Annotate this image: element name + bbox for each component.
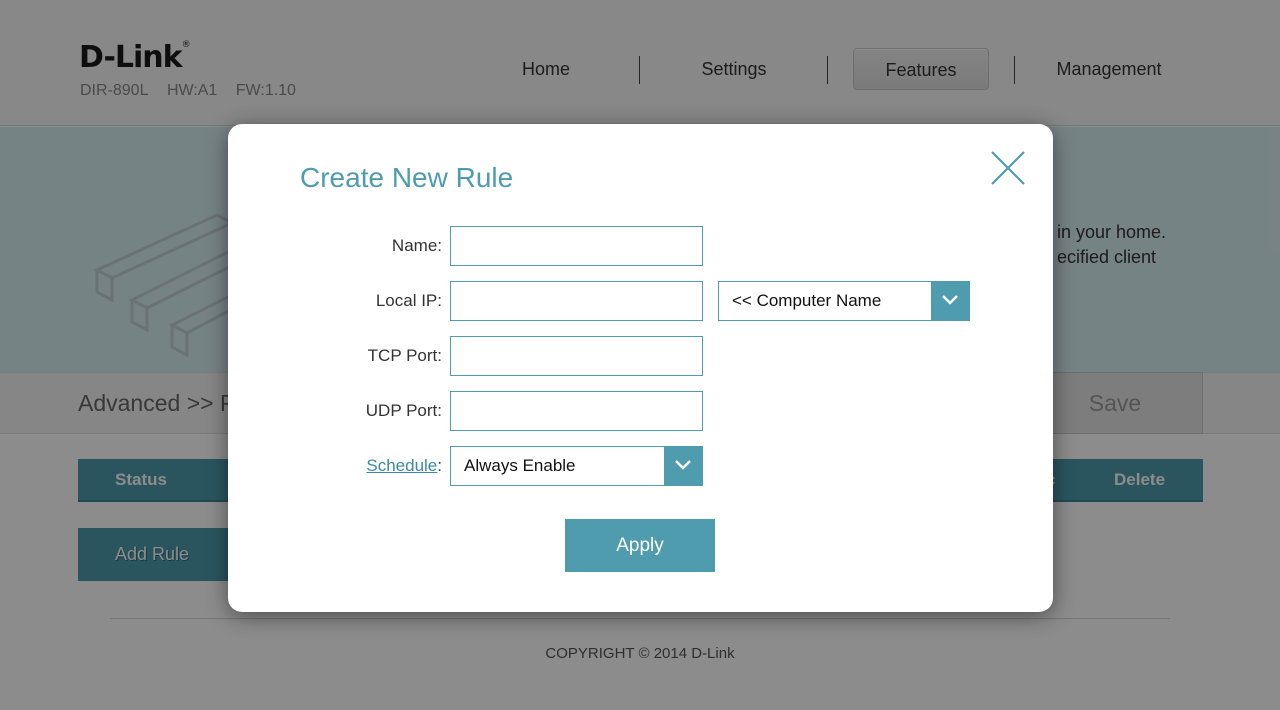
chevron-down-icon [675,460,691,470]
dialog-title: Create New Rule [300,162,514,193]
computer-name-selected: << Computer Name [732,291,882,310]
udp-port-input[interactable] [450,391,703,431]
schedule-label: Schedule: [366,456,442,475]
udp-port-label: UDP Port: [365,401,442,420]
chevron-down-icon [942,295,958,305]
name-input[interactable] [450,226,703,266]
schedule-select[interactable]: Always Enable [450,446,703,486]
close-button[interactable] [990,150,1026,186]
schedule-link[interactable]: Schedule [366,456,437,475]
name-label: Name: [391,236,442,255]
tcp-port-label: TCP Port: [367,346,442,365]
create-rule-dialog: Create New Rule Name: Local IP: << Compu… [228,124,1053,612]
schedule-selected: Always Enable [464,456,576,475]
apply-button[interactable]: Apply [565,519,715,572]
computer-name-select[interactable]: << Computer Name [718,281,970,321]
local-ip-label: Local IP: [375,291,442,310]
tcp-port-input[interactable] [450,336,703,376]
close-x-icon [991,151,1025,185]
schedule-dropdown-toggle[interactable] [664,447,702,485]
local-ip-input[interactable] [450,281,703,321]
computer-name-dropdown-toggle[interactable] [931,282,969,320]
